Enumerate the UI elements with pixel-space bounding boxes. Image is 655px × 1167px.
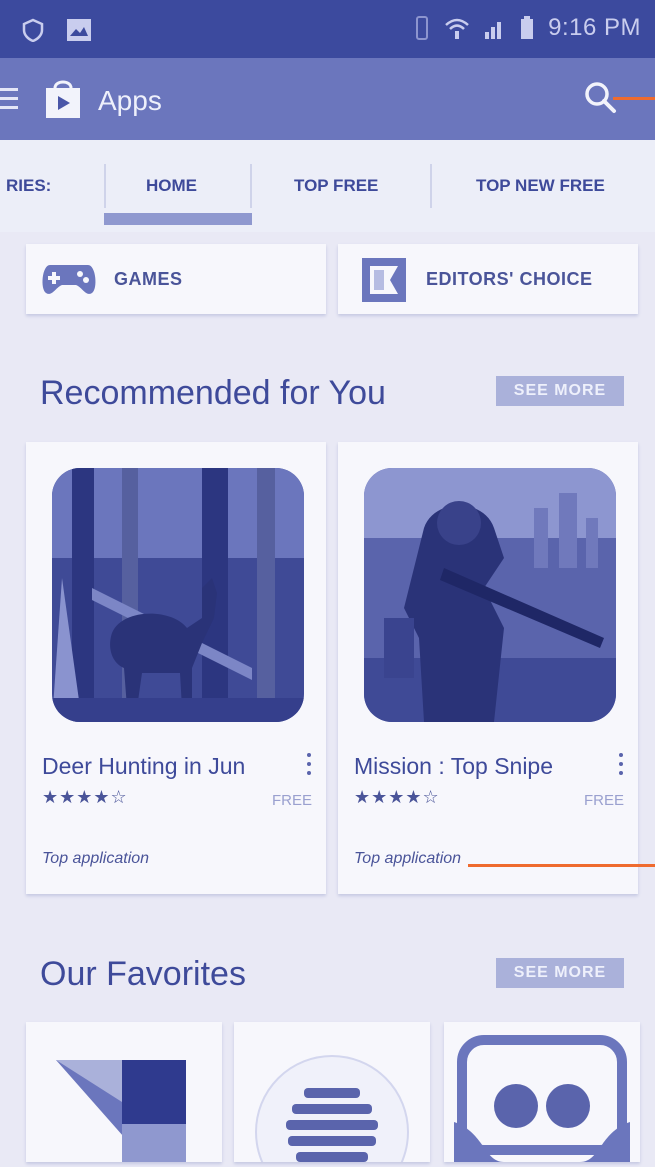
shield-icon <box>22 18 44 42</box>
signal-icon <box>485 22 502 39</box>
editors-choice-icon <box>362 258 406 302</box>
overflow-menu-icon[interactable] <box>616 753 626 779</box>
app-card-deer-hunting[interactable]: Deer Hunting in Jun ★★★★☆ FREE Top appli… <box>26 442 326 894</box>
app-card-mission-top-sniper[interactable]: Mission : Top Snipe ★★★★☆ FREE Top appli… <box>338 442 638 894</box>
recommended-title: Recommended for You <box>40 374 386 412</box>
favorites-title: Our Favorites <box>40 955 246 993</box>
star-rating: ★★★★☆ <box>42 787 128 807</box>
app-price: FREE <box>583 792 624 809</box>
app-tag: Top application <box>42 850 150 867</box>
tab-divider <box>104 164 106 208</box>
editors-choice-chip[interactable]: EDITORS' CHOICE <box>338 244 638 314</box>
abstract-squares-icon <box>56 1060 186 1162</box>
overflow-menu-icon[interactable] <box>304 753 314 779</box>
app-card-title: Mission : Top Snipe <box>354 753 554 779</box>
star-rating: ★★★★☆ <box>354 787 440 807</box>
status-bar: 9:16 PM <box>0 0 655 58</box>
favorite-app-card[interactable] <box>444 1022 640 1162</box>
tab-selected-indicator <box>104 213 252 225</box>
favorites-see-more-button[interactable]: SEE MORE <box>496 958 624 988</box>
tab-divider <box>430 164 432 208</box>
callout-line-search <box>613 97 655 100</box>
battery-icon <box>521 16 534 39</box>
app-bar: Apps <box>0 58 655 140</box>
chat-faces-icon <box>454 1035 630 1162</box>
app-title: Apps <box>98 85 162 116</box>
editors-choice-chip-label: EDITORS' CHOICE <box>426 269 593 289</box>
tab-categories[interactable]: RIES: <box>6 176 51 196</box>
gamepad-icon <box>42 265 96 294</box>
games-chip[interactable]: GAMES <box>26 244 326 314</box>
favorite-app-card[interactable] <box>26 1022 222 1162</box>
tab-divider <box>250 164 252 208</box>
tab-top-new-free[interactable]: TOP NEW FREE <box>476 176 605 196</box>
callout-line-card <box>468 864 655 867</box>
favorite-app-card[interactable] <box>234 1022 430 1167</box>
status-time: 9:16 PM <box>548 14 641 41</box>
wifi-icon <box>445 18 469 39</box>
tab-home[interactable]: HOME <box>146 176 197 196</box>
games-chip-label: GAMES <box>114 269 183 289</box>
play-store-bag-icon[interactable] <box>40 76 86 122</box>
app-tag: Top application <box>354 850 462 867</box>
brick-globe-icon <box>255 1055 409 1167</box>
sniper-soldier-image <box>364 468 616 722</box>
recommended-see-more-button[interactable]: SEE MORE <box>496 376 624 406</box>
menu-icon[interactable] <box>0 88 26 112</box>
app-card-title: Deer Hunting in Jun <box>42 753 246 779</box>
image-icon <box>67 19 91 41</box>
tab-top-free[interactable]: TOP FREE <box>294 176 378 196</box>
vibrate-icon <box>416 16 429 40</box>
category-tabs: RIES: HOME TOP FREE TOP NEW FREE <box>0 140 655 232</box>
deer-hunting-image <box>52 468 304 722</box>
app-price: FREE <box>271 792 312 809</box>
